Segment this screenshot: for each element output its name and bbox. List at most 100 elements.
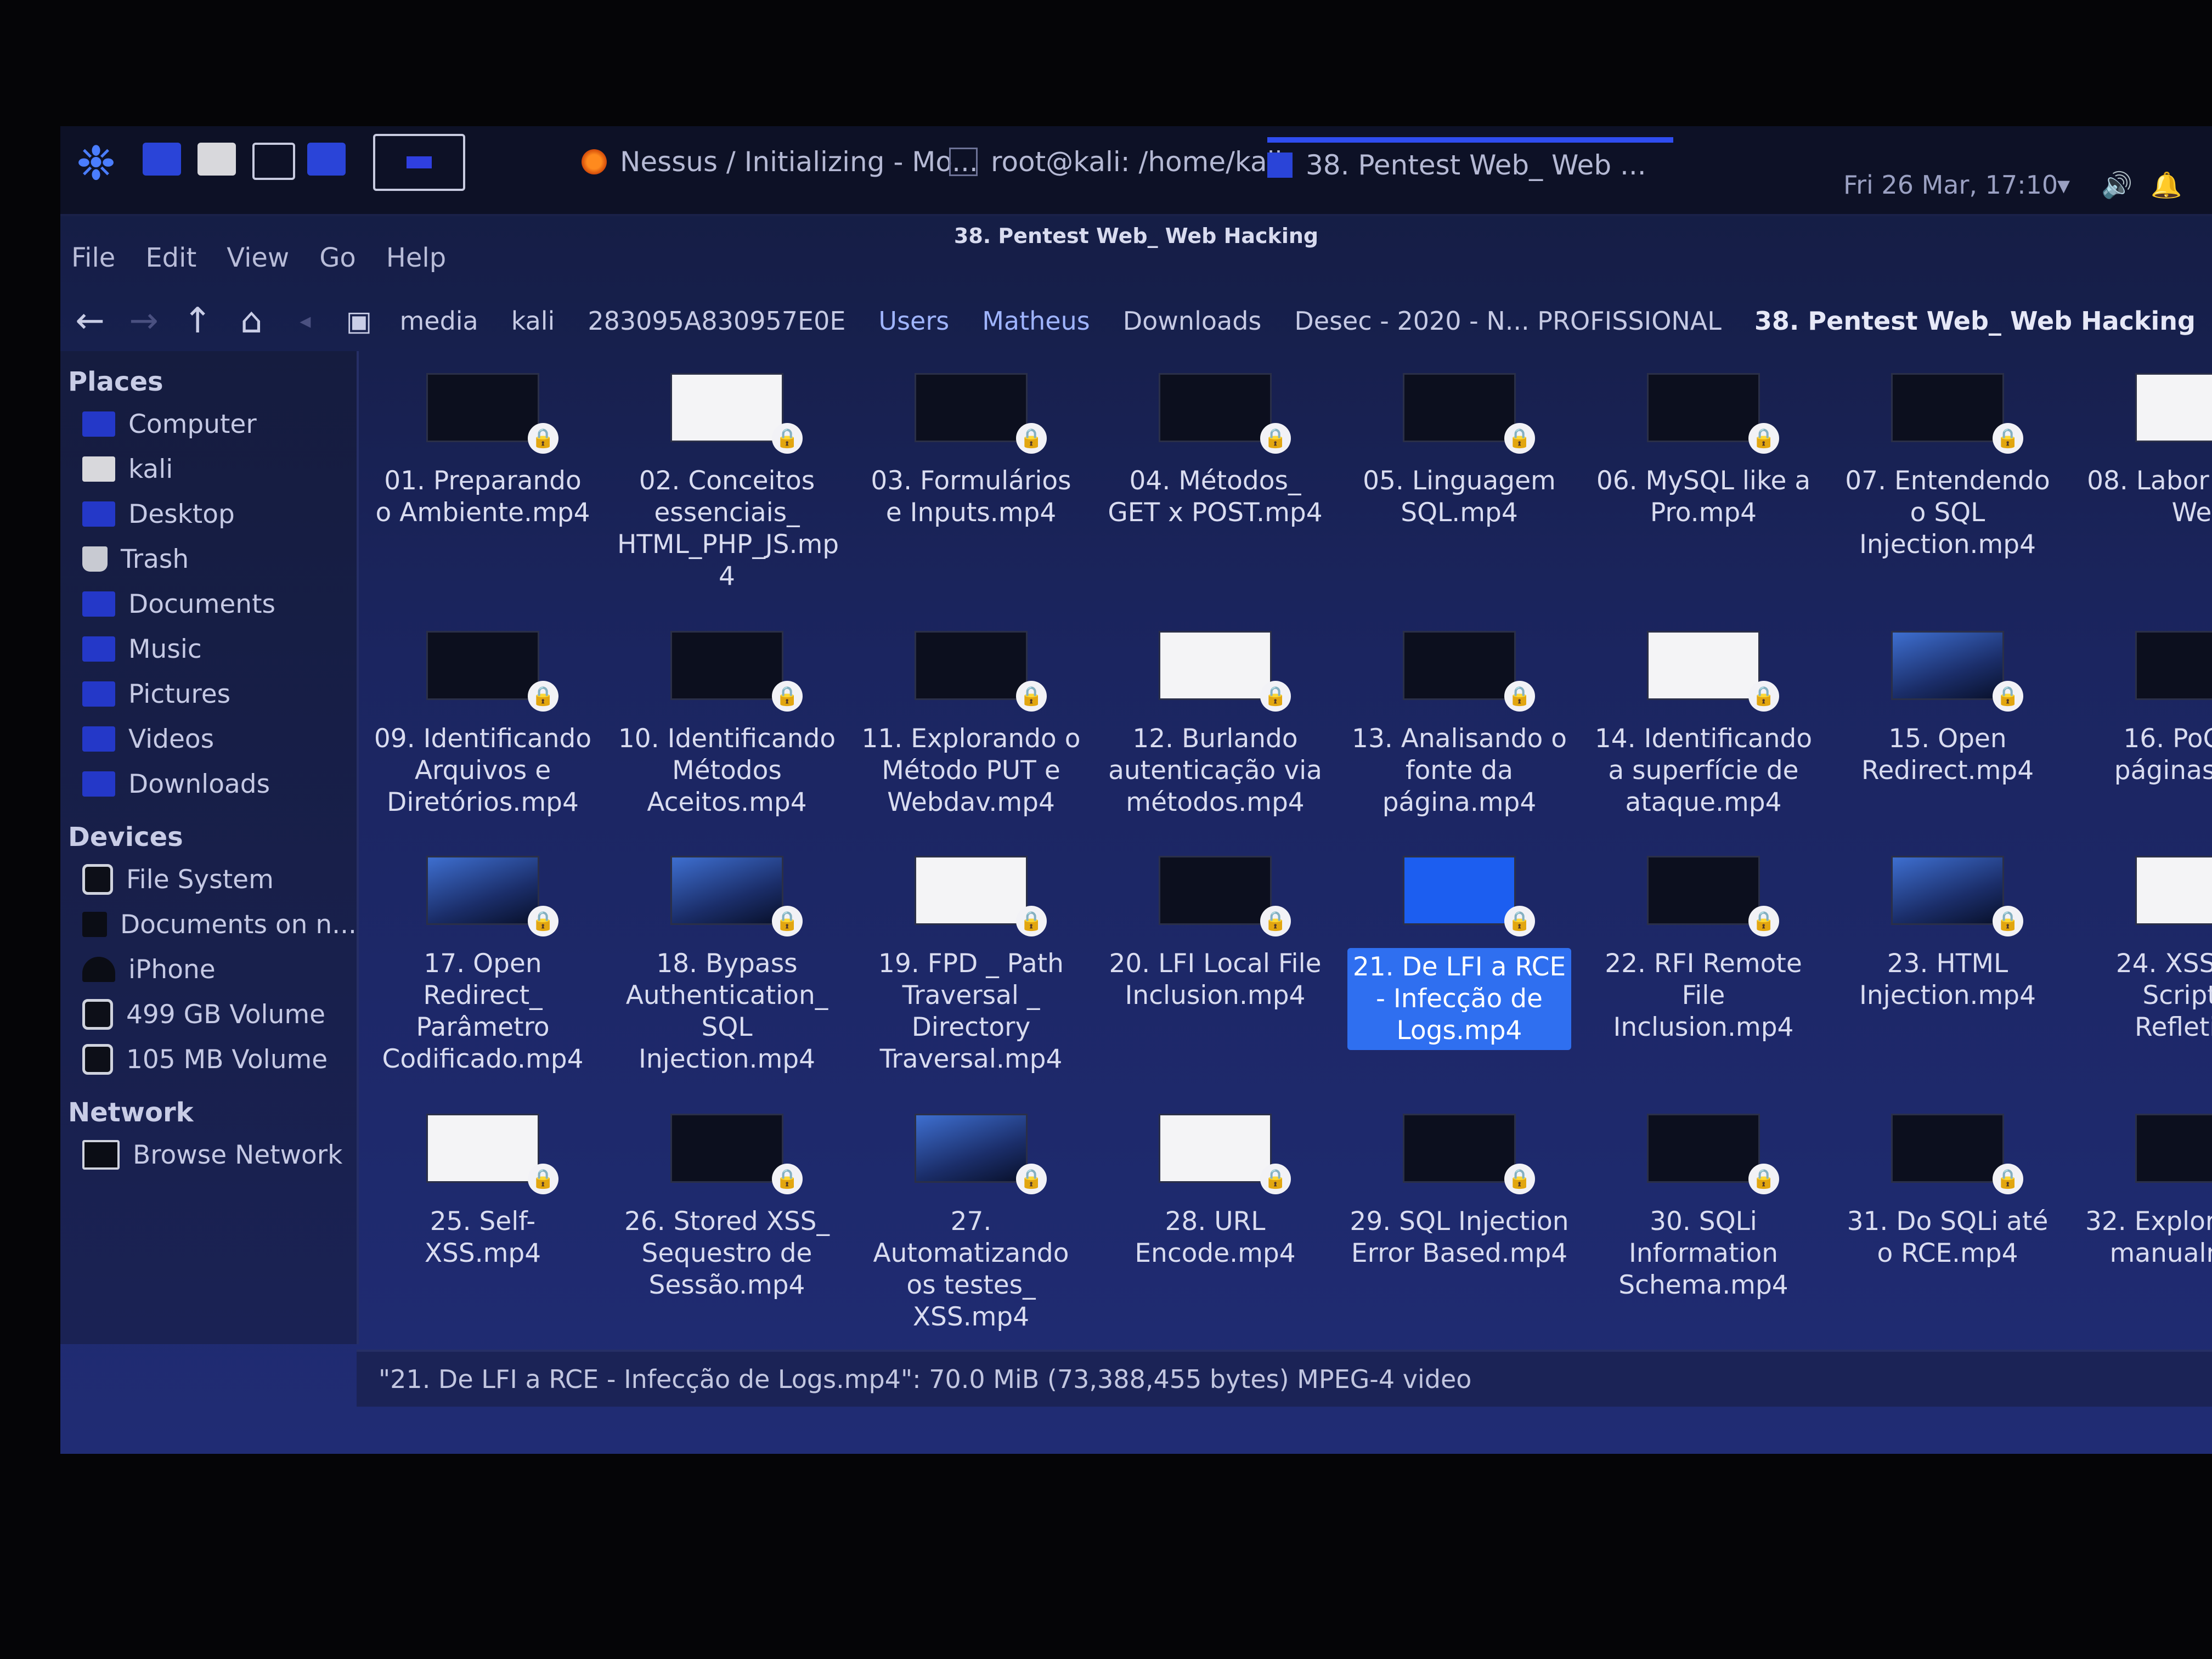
- path-segment[interactable]: Users: [862, 294, 966, 348]
- sidebar-item-105mb-volume[interactable]: 105 MB Volume: [60, 1037, 357, 1082]
- path-segment[interactable]: Matheus: [966, 294, 1107, 348]
- file-item[interactable]: 🔒 32. Explora SQLi manualment: [2076, 1114, 2212, 1269]
- sidebar-item-videos[interactable]: Videos: [60, 716, 357, 761]
- menu-go[interactable]: Go: [319, 236, 356, 280]
- video-thumbnail: 🔒: [670, 373, 803, 454]
- task-terminal[interactable]: root@kali: /home/kali: [949, 143, 1282, 181]
- browser-launcher-icon[interactable]: [307, 143, 346, 176]
- file-item[interactable]: 🔒 10. Identificando Métodos Aceitos.mp4: [612, 631, 842, 819]
- file-item[interactable]: 🔒 29. SQL Injection Error Based.mp4: [1344, 1114, 1575, 1269]
- file-item[interactable]: 🔒 08. Labor Desec We: [2076, 373, 2212, 529]
- up-arrow-icon[interactable]: ↑: [173, 296, 222, 346]
- file-item[interactable]: 🔒 21. De LFI a RCE - Infecção de Logs.mp4: [1344, 856, 1575, 1050]
- forward-arrow-icon[interactable]: →: [120, 296, 168, 346]
- path-segment-current[interactable]: 38. Pentest Web_ Web Hacking: [1738, 294, 2212, 348]
- file-item[interactable]: 🔒 01. Preparando o Ambiente.mp4: [368, 373, 598, 529]
- file-name: 13. Analisando o fonte da página.mp4: [1352, 724, 1567, 817]
- lock-icon: 🔒: [1748, 681, 1779, 712]
- sidebar-item-file-system[interactable]: File System: [60, 857, 357, 902]
- file-item[interactable]: 🔒 31. Do SQLi até o RCE.mp4: [1832, 1114, 2063, 1269]
- sidebar-item-label: 105 MB Volume: [126, 1044, 328, 1075]
- sidebar-item-iphone[interactable]: iPhone: [60, 947, 357, 992]
- workspace-indicator: [407, 156, 432, 168]
- menu-help[interactable]: Help: [386, 236, 446, 280]
- file-name: 07. Entendendo o SQL Injection.mp4: [1845, 466, 2050, 560]
- video-thumbnail: 🔒: [1159, 631, 1291, 712]
- file-item[interactable]: 🔒 25. Self-XSS.mp4: [368, 1114, 598, 1269]
- file-item[interactable]: 🔒 26. Stored XSS_ Sequestro de Sessão.mp4: [612, 1114, 842, 1301]
- kali-menu-icon[interactable]: ❉: [66, 136, 126, 191]
- file-item[interactable]: 🔒 17. Open Redirect_ Parâmetro Codificado…: [368, 856, 598, 1075]
- video-thumbnail: 🔒: [426, 631, 558, 712]
- menu-bar: File Edit View Go Help: [66, 236, 446, 280]
- file-manager-launcher-icon[interactable]: [198, 143, 236, 176]
- path-scroll-left-icon[interactable]: ◂: [281, 296, 329, 346]
- chevron-down-icon[interactable]: ▾: [2057, 170, 2070, 200]
- file-item[interactable]: 🔒 04. Métodos_ GET x POST.mp4: [1100, 373, 1330, 529]
- sidebar-item-computer[interactable]: Computer: [60, 402, 357, 447]
- sidebar-item-documents[interactable]: Documents: [60, 582, 357, 627]
- path-segment[interactable]: Downloads: [1107, 294, 1278, 348]
- menu-view[interactable]: View: [227, 236, 289, 280]
- sidebar-item-kali[interactable]: kali: [60, 447, 357, 492]
- sidebar-item-499gb-volume[interactable]: 499 GB Volume: [60, 992, 357, 1037]
- file-item[interactable]: 🔒 11. Explorando o Método PUT e Webdav.mp…: [856, 631, 1086, 819]
- menu-file[interactable]: File: [71, 236, 115, 280]
- file-item[interactable]: 🔒 18. Bypass Authentication_ SQL Injectio…: [612, 856, 842, 1075]
- path-segment[interactable]: 283095A830957E0E: [571, 294, 862, 348]
- file-item[interactable]: 🔒 05. Linguagem SQL.mp4: [1344, 373, 1575, 529]
- file-item[interactable]: 🔒 27. Automatizando os testes_ XSS.mp4: [856, 1114, 1086, 1333]
- file-item[interactable]: 🔒 20. LFI Local File Inclusion.mp4: [1100, 856, 1330, 1012]
- file-item[interactable]: 🔒 09. Identificando Arquivos e Diretórios…: [368, 631, 598, 819]
- file-item[interactable]: 🔒 03. Formulários e Inputs.mp4: [856, 373, 1086, 529]
- home-icon[interactable]: ⌂: [227, 296, 275, 346]
- sidebar-item-downloads[interactable]: Downloads: [60, 761, 357, 806]
- sidebar-item-trash[interactable]: Trash: [60, 537, 357, 582]
- file-item[interactable]: 🔒 22. RFI Remote File Inclusion.mp4: [1588, 856, 1819, 1043]
- video-thumbnail: 🔒: [2135, 373, 2212, 442]
- root-drive-icon[interactable]: ▣: [335, 296, 383, 346]
- file-item[interactable]: 🔒 16. PoC_ C páginas fals: [2076, 631, 2212, 787]
- sidebar-item-label: 499 GB Volume: [126, 999, 326, 1030]
- terminal-launcher-icon[interactable]: [252, 143, 295, 180]
- file-name: 06. MySQL like a Pro.mp4: [1596, 466, 1811, 528]
- desktop-icon: [82, 501, 115, 527]
- file-item[interactable]: 🔒 12. Burlando autenticação via métodos.m…: [1100, 631, 1330, 819]
- file-item[interactable]: 🔒 19. FPD _ Path Traversal _ Directory Tr…: [856, 856, 1086, 1075]
- sidebar-item-browse-network[interactable]: Browse Network: [60, 1132, 357, 1177]
- video-thumbnail: 🔒: [426, 373, 558, 454]
- volume-icon[interactable]: 🔊: [2101, 170, 2132, 200]
- file-item[interactable]: 🔒 13. Analisando o fonte da página.mp4: [1344, 631, 1575, 819]
- video-thumbnail: 🔒: [426, 856, 558, 936]
- sidebar-item-pictures[interactable]: Pictures: [60, 672, 357, 716]
- path-segment[interactable]: media: [383, 294, 494, 348]
- file-item[interactable]: 🔒 30. SQLi Information Schema.mp4: [1588, 1114, 1819, 1301]
- notification-bell-icon[interactable]: 🔔: [2151, 170, 2182, 200]
- file-name: 10. Identificando Métodos Aceitos.mp4: [618, 724, 836, 817]
- workspace-switcher[interactable]: [373, 134, 465, 191]
- back-arrow-icon[interactable]: ←: [66, 296, 114, 346]
- videos-folder-icon: [82, 726, 115, 752]
- show-desktop-icon[interactable]: [143, 143, 181, 176]
- file-item[interactable]: 🔒 07. Entendendo o SQL Injection.mp4: [1832, 373, 2063, 561]
- menu-edit[interactable]: Edit: [145, 236, 196, 280]
- path-segment[interactable]: Desec - 2020 - N... PROFISSIONAL: [1278, 294, 1738, 348]
- sidebar-item-label: Videos: [128, 724, 215, 754]
- sidebar-item-desktop[interactable]: Desktop: [60, 492, 357, 537]
- panel-clock[interactable]: Fri 26 Mar, 17:10: [1843, 170, 2058, 200]
- file-item[interactable]: 🔒 06. MySQL like a Pro.mp4: [1588, 373, 1819, 529]
- file-item[interactable]: 🔒 28. URL Encode.mp4: [1100, 1114, 1330, 1269]
- file-item[interactable]: 🔒 15. Open Redirect.mp4: [1832, 631, 2063, 787]
- file-name: 02. Conceitos essenciais_ HTML_PHP_JS.mp…: [617, 466, 839, 591]
- file-item[interactable]: 🔒 02. Conceitos essenciais_ HTML_PHP_JS.m…: [612, 373, 842, 592]
- camera-icon: [82, 957, 115, 982]
- file-item[interactable]: 🔒 24. XSS Cro Scriptin Refletido: [2076, 856, 2212, 1043]
- sidebar-item-music[interactable]: Music: [60, 627, 357, 672]
- trash-icon: [82, 546, 108, 572]
- sidebar-item-documents-network[interactable]: Documents on n...: [60, 902, 357, 947]
- path-segment[interactable]: kali: [495, 294, 572, 348]
- file-item[interactable]: 🔒 14. Identificando a superfície de ataqu…: [1588, 631, 1819, 819]
- file-item[interactable]: 🔒 23. HTML Injection.mp4: [1832, 856, 2063, 1012]
- task-nessus[interactable]: Nessus / Initializing - Mo...: [582, 143, 978, 181]
- task-file-manager[interactable]: 38. Pentest Web_ Web ...: [1267, 137, 1673, 184]
